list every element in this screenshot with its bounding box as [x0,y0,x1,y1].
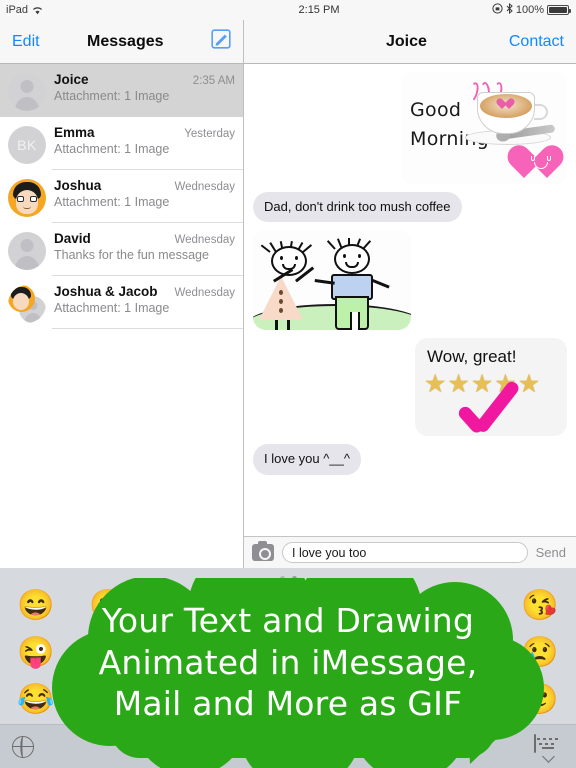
conversation-preview: Attachment: 1 Image [54,142,170,156]
message-bubble-text[interactable]: I love you ^__^ [249,444,361,475]
conversation-time: Wednesday [174,181,235,193]
message-bubble-image-drawing[interactable] [253,230,411,331]
conversation-row-joshua-jacob[interactable]: Joshua & Jacob Wednesday Attachment: 1 I… [0,276,243,329]
conversation-row-joice[interactable]: Joice 2:35 AM Attachment: 1 Image [0,64,243,117]
status-bar-right: 100% [394,2,576,17]
message-row: I love you ^__^ [244,444,576,475]
coffee-cup-icon [466,81,548,136]
message-bubble-image-coffee[interactable]: Good Morning~ [401,72,567,184]
checkmark-icon [456,379,537,436]
conversation-name: Emma [54,125,95,140]
stick-figure-drawing-image [253,230,411,331]
conversation-time: Wednesday [174,287,235,299]
stars-title: Wow, great! [427,347,517,367]
conversation-name: Joshua & Jacob [54,284,158,299]
rotation-lock-icon [492,3,503,17]
conversation-time: Wednesday [174,234,235,246]
conversation-preview: Thanks for the fun message [54,248,209,262]
compose-button[interactable] [199,29,243,54]
latte-heart-icon [499,99,512,111]
wow-great-stars-image: Wow, great! ★ ★ ★ ★ ★ [415,338,567,437]
conversation-preview: Attachment: 1 Image [54,301,170,315]
battery-percent-label: 100% [515,4,544,16]
camera-icon[interactable] [252,541,274,561]
star-icon: ★ [424,370,447,399]
message-thread[interactable]: Good Morning~ Dad, don't drink too mush … [244,64,576,536]
conversation-time: Yesterday [184,128,235,140]
wifi-icon [32,6,43,15]
detail-nav-bar: Joice Contact [244,20,576,64]
avatar: BK [8,126,46,164]
conversation-preview: Attachment: 1 Image [54,195,170,209]
message-row: Wow, great! ★ ★ ★ ★ ★ [244,338,576,437]
bluetooth-icon [506,2,513,17]
conversation-row-emma[interactable]: BK Emma Yesterday Attachment: 1 Image [0,117,243,170]
conversation-row-joshua[interactable]: Joshua Wednesday Attachment: 1 Image [0,170,243,223]
message-row [244,230,576,331]
device-name-label: iPad [6,4,29,16]
promo-line-1: Your Text and Drawing [101,601,475,640]
conversation-list[interactable]: Joice 2:35 AM Attachment: 1 Image BK Emm… [0,64,244,568]
conversation-preview: Attachment: 1 Image [54,89,170,103]
promo-line-2: Animated in iMessage, [98,642,478,682]
battery-full-icon [547,5,571,15]
status-bar-time: 2:15 PM [298,4,340,16]
status-bar: iPad 2:15 PM 100% [0,0,576,20]
conversation-title: Joice [385,32,427,50]
message-input-bar: I love you too Send [244,536,576,568]
message-bubble-text[interactable]: Dad, don't drink too mush coffee [249,192,462,223]
compose-icon [211,29,231,54]
page-title: Messages [87,32,164,50]
avatar-initials: BK [17,137,37,153]
conversation-name: Joice [54,72,89,87]
message-row: Dad, don't drink too mush coffee [244,192,576,223]
avatar-group [8,285,46,323]
avatar [8,73,46,111]
pink-heart-smiley-icon [502,140,567,180]
contact-button[interactable]: Contact [497,33,576,51]
message-input[interactable]: I love you too [282,542,528,563]
conversation-row-david[interactable]: David Wednesday Thanks for the fun messa… [0,223,243,276]
avatar [8,179,46,217]
good-morning-coffee-image: Good Morning~ [401,72,567,184]
promo-line-3: Mail and More as GIF [113,684,463,724]
conversation-time: 2:35 AM [192,75,235,87]
message-bubble-image-stars[interactable]: Wow, great! ★ ★ ★ ★ ★ [415,338,567,437]
message-row: Good Morning~ [244,72,576,184]
status-bar-left: iPad [0,4,244,16]
conversation-name: David [54,231,91,246]
conversation-name: Joshua [54,178,102,193]
edit-button[interactable]: Edit [0,33,52,51]
promo-text: Your Text and Drawing Animated in iMessa… [0,600,576,725]
avatar [8,232,46,270]
send-button[interactable]: Send [536,545,568,560]
master-nav-bar: Edit Messages [0,20,244,64]
promo-banner: Your Text and Drawing Animated in iMessa… [0,578,576,768]
